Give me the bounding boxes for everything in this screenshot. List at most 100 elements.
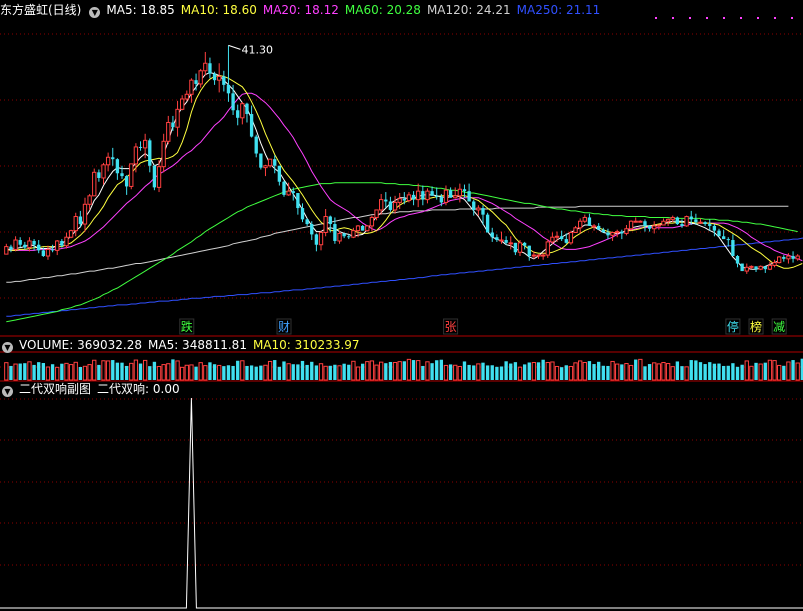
- candle-body-27: [129, 163, 134, 187]
- volume-bar-71: [333, 364, 337, 380]
- candle-body-147: [684, 216, 689, 227]
- candle-body-31: [148, 140, 152, 166]
- volume-bar-0: [4, 362, 9, 381]
- candle-body-133: [620, 231, 624, 234]
- volume-bar-2: [13, 363, 18, 381]
- candle-body-67: [314, 234, 319, 245]
- volume-bar-53: [249, 365, 254, 380]
- candle-body-47: [222, 76, 226, 85]
- volume-bar-171: [795, 362, 800, 381]
- volume-bar-90: [421, 365, 425, 380]
- candle-body-91: [425, 190, 430, 201]
- volume-bar-159: [740, 364, 744, 380]
- event-marker-1: 财: [278, 320, 290, 334]
- candle-body-4: [23, 244, 27, 248]
- event-marker-5: 减: [773, 320, 785, 334]
- candle-body-16: [78, 216, 83, 225]
- candle-body-162: [754, 266, 758, 270]
- candle-body-136: [633, 220, 638, 223]
- candle-body-0: [4, 246, 9, 255]
- volume-readout-1: MA5: 348811.81: [148, 338, 247, 352]
- volume-bar-139: [647, 364, 652, 380]
- volume-bar-111: [517, 366, 523, 381]
- volume-bar-20: [97, 364, 101, 380]
- event-marker-3: 停: [727, 319, 739, 334]
- candle-body-73: [342, 233, 346, 237]
- volume-bar-143: [665, 363, 671, 381]
- volume-bar-33: [156, 365, 162, 381]
- candle-body-66: [310, 224, 314, 235]
- volume-bar-155: [721, 365, 726, 380]
- max-price-label: 41.30: [241, 43, 273, 56]
- candle-body-127: [591, 225, 597, 228]
- volume-bar-40: [189, 364, 194, 381]
- volume-bar-42: [198, 362, 203, 381]
- candle-body-86: [402, 198, 406, 201]
- candle-body-152: [708, 224, 712, 226]
- candle-body-154: [717, 230, 721, 237]
- candle-body-77: [360, 225, 365, 231]
- candle-body-42: [198, 70, 203, 85]
- candle-body-51: [240, 103, 245, 119]
- candle-body-34: [161, 140, 166, 168]
- candle-body-19: [92, 171, 97, 197]
- candle-body-75: [351, 230, 356, 238]
- volume-bar-151: [703, 364, 707, 380]
- candle-body-167: [777, 256, 782, 264]
- candle-body-79: [369, 216, 375, 227]
- volume-bar-4: [23, 363, 27, 380]
- event-marker-2: 张: [445, 320, 457, 334]
- candle-body-119: [554, 235, 560, 238]
- ma250-line: [6, 237, 803, 317]
- chart-canvas: 41.30跌财张停榜减预: [0, 17, 803, 609]
- volume-bar-60: [282, 361, 286, 380]
- volume-bar-67: [314, 365, 319, 380]
- indicator-dropdown-icon[interactable]: ▼: [2, 386, 13, 397]
- volume-bar-68: [318, 363, 324, 381]
- candle-body-94: [439, 196, 444, 203]
- volume-bar-93: [435, 360, 439, 380]
- candle-body-106: [495, 237, 499, 241]
- candle-body-117: [545, 241, 550, 256]
- candle-body-52: [245, 103, 249, 115]
- candle-body-7: [37, 244, 41, 251]
- candle-body-142: [661, 220, 666, 226]
- indicator-readout-0: 二代双响副图: [19, 382, 92, 396]
- volume-bar-124: [578, 360, 583, 381]
- candle-body-116: [540, 254, 546, 257]
- candle-body-150: [698, 221, 703, 224]
- ma10-line: [6, 74, 803, 269]
- candle-body-165: [767, 264, 773, 270]
- volume-bar-38: [180, 366, 185, 381]
- ma-readout-2: MA20: 18.12: [262, 3, 339, 17]
- volume-bar-3: [18, 363, 22, 380]
- candle-body-144: [670, 216, 675, 220]
- candle-body-41: [194, 80, 198, 84]
- volume-bar-118: [550, 361, 555, 381]
- volume-bar-114: [531, 361, 537, 381]
- status-dot-3: [706, 17, 708, 19]
- volume-bar-128: [597, 361, 601, 380]
- volume-bar-27: [129, 362, 134, 381]
- volume-bar-32: [152, 361, 157, 380]
- candle-body-21: [101, 164, 106, 179]
- candle-body-68: [318, 232, 324, 246]
- volume-bar-168: [782, 365, 786, 380]
- candle-body-50: [236, 110, 240, 118]
- volume-bar-74: [347, 364, 351, 380]
- candle-body-9: [45, 248, 51, 257]
- dropdown-toggle-icon[interactable]: ▼: [89, 7, 101, 18]
- volume-dropdown-icon[interactable]: ▼: [2, 342, 13, 353]
- status-dot-7: [774, 17, 776, 19]
- candle-body-81: [379, 199, 384, 211]
- volume-bar-28: [133, 359, 139, 381]
- candle-body-64: [300, 208, 305, 220]
- volume-bar-156: [726, 365, 730, 380]
- volume-bar-141: [656, 363, 662, 381]
- candle-body-113: [527, 245, 531, 257]
- candle-body-146: [680, 224, 684, 226]
- volume-bar-59: [277, 366, 282, 380]
- volume-bar-163: [758, 363, 763, 381]
- candle-body-89: [416, 190, 421, 201]
- volume-bar-144: [670, 366, 675, 381]
